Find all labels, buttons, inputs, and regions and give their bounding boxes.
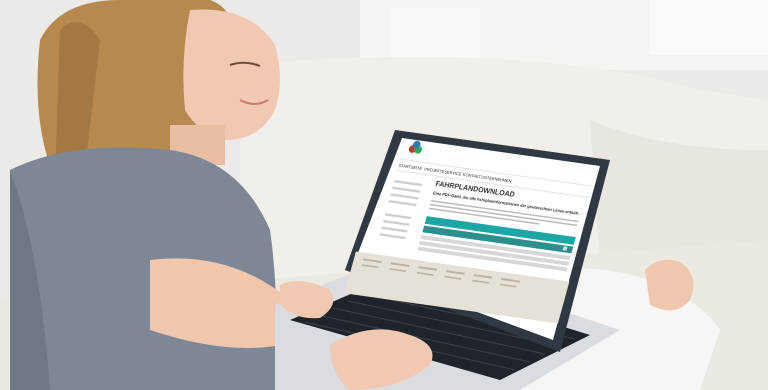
- photo-scene: STARTSEITE PROJEKTE SERVICE KONTAKT UNTE…: [0, 0, 768, 390]
- scene-illustration: STARTSEITE PROJEKTE SERVICE KONTAKT UNTE…: [0, 0, 768, 390]
- window-pane: [390, 8, 480, 58]
- curtain: [650, 0, 768, 55]
- shirt: [10, 147, 277, 390]
- foot: [645, 259, 694, 311]
